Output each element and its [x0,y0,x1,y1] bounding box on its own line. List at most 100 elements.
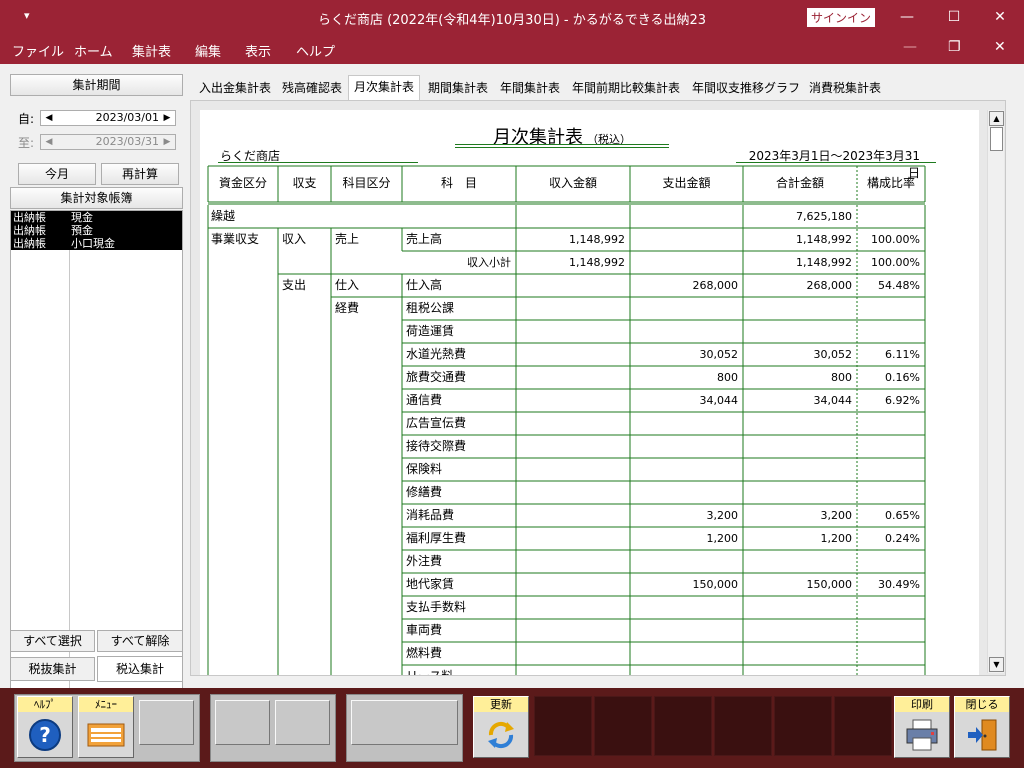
column-header: 合計金額 [775,176,824,190]
list-item[interactable]: 出納帳 小口現金 [11,237,182,250]
to-date-value: 2023/03/31 [95,135,159,148]
account-name: 地代家賃 [406,577,455,591]
period-button[interactable]: 集計期間 [10,74,183,96]
report-area: 月次集計表 （税込） らくだ商店 2023年3月1日～2023年3月31日 資金区… [190,100,1006,676]
account-name: 福利厚生費 [406,531,467,545]
account-name: 租税公課 [406,301,455,315]
from-date-picker[interactable]: ◀ 2023/03/01 ▶ [40,110,176,126]
account-category: 経費 [335,301,360,315]
svg-text:?: ? [39,723,51,747]
menu-file[interactable]: ファイル [12,41,64,60]
printer-icon [895,715,949,755]
vertical-scrollbar[interactable]: ▲ ▼ [987,110,1004,673]
expense-section-label: 支出 [282,278,307,292]
tab-monthly-summary[interactable]: 月次集計表 [348,75,420,100]
account-name: 外注費 [406,554,443,568]
empty-slot [654,696,712,756]
menu-edit[interactable]: 編集 [195,41,221,60]
menu-label: ﾒﾆｭｰ [79,697,133,712]
total-amount: 30,052 [813,348,853,361]
list-item[interactable]: 出納帳 預金 [11,224,182,237]
column-header: 科目区分 [342,176,391,190]
scroll-down-icon[interactable]: ▼ [989,657,1004,672]
empty-slot [275,700,330,745]
minimize-button[interactable]: — [884,0,930,34]
tax-included-tab[interactable]: 税込集計 [97,656,183,682]
tab-cashflow-summary[interactable]: 入出金集計表 [196,77,274,99]
tab-balance-check[interactable]: 残高確認表 [278,77,346,99]
menu-button[interactable]: ﾒﾆｭｰ [78,696,134,758]
income-section-label: 収入 [282,232,307,246]
tab-consumption-tax[interactable]: 消費税集計表 [806,77,884,99]
carryover-label: 繰越 [211,209,236,223]
close-window-button[interactable]: 閉じる [954,696,1010,758]
recalc-button[interactable]: 再計算 [101,163,179,185]
deselect-all-button[interactable]: すべて解除 [97,630,183,652]
tab-annual-summary[interactable]: 年間集計表 [496,77,564,99]
this-month-button[interactable]: 今月 [18,163,96,185]
help-button[interactable]: ﾍﾙﾌﾟ ? [17,696,73,758]
prev-date-icon[interactable]: ◀ [42,111,56,125]
empty-slot [834,696,892,756]
select-all-button[interactable]: すべて選択 [10,630,95,652]
expense-amount: 34,044 [699,394,739,407]
expense-amount: 268,000 [692,279,739,292]
print-button[interactable]: 印刷 [894,696,950,758]
account-name: 売上高 [406,232,443,246]
total-amount: 1,200 [820,532,853,545]
mdi-minimize-icon[interactable]: — [903,39,917,55]
menu-view[interactable]: 表示 [245,41,271,60]
tab-period-summary[interactable]: 期間集計表 [424,77,492,99]
ratio: 0.65% [885,509,920,522]
title-bar: ▾ らくだ商店 (2022年(令和4年)10月30日) - かるがるできる出納2… [0,0,1024,34]
account-name: 水道光熱費 [406,347,467,361]
close-button[interactable]: ✕ [977,0,1023,34]
print-label: 印刷 [895,697,949,712]
tax-excluded-tab[interactable]: 税抜集計 [10,657,95,681]
ratio: 6.11% [885,348,920,361]
account-name: 広告宣伝費 [406,416,467,430]
ratio: 30.49% [878,578,920,591]
prev-date-icon: ◀ [45,137,53,147]
empty-slot [534,696,592,756]
account-name: 消耗品費 [406,508,455,522]
account-name: 燃料費 [406,646,443,660]
account-name: 支払手数料 [406,600,467,614]
menu-help[interactable]: ヘルプ [296,41,335,60]
tab-annual-trend-graph[interactable]: 年間収支推移グラフ [688,77,804,99]
signin-button[interactable]: サインイン [807,8,875,27]
expense-amount: 3,200 [706,509,739,522]
menu-icon [79,715,133,755]
account-name: 荷造運賃 [406,324,455,338]
scroll-up-icon[interactable]: ▲ [989,111,1004,126]
mdi-close-icon[interactable]: ✕ [994,39,1006,55]
menu-home[interactable]: ホーム [74,41,113,60]
expense-amount: 30,052 [699,348,739,361]
refresh-label: 更新 [474,697,528,712]
to-date-picker: ◀ 2023/03/31 ▶ [40,134,176,150]
scroll-thumb[interactable] [990,127,1003,151]
empty-slot [139,700,194,745]
close-label: 閉じる [955,697,1009,712]
mdi-restore-icon[interactable]: ❐ [948,39,961,55]
report-sheet[interactable]: 月次集計表 （税込） らくだ商店 2023年3月1日～2023年3月31日 資金区… [200,110,979,675]
total-amount: 1,148,992 [796,233,852,246]
target-books-button[interactable]: 集計対象帳簿 [10,187,183,209]
account-name: 仕入高 [406,278,443,292]
maximize-button[interactable]: ☐ [931,0,977,34]
next-date-icon[interactable]: ▶ [160,111,174,125]
income-subtotal-total: 1,148,992 [796,256,852,269]
bottom-toolbar: ﾍﾙﾌﾟ ? ﾒﾆｭｰ 更新 印刷 閉じる [0,688,1024,768]
list-item[interactable]: 出納帳 現金 [11,211,182,224]
menu-summary[interactable]: 集計表 [132,41,171,60]
fund-category: 事業収支 [211,232,260,246]
ratio: 54.48% [878,279,920,292]
refresh-button[interactable]: 更新 [473,696,529,758]
expense-amount: 150,000 [692,578,739,591]
account-name: 接待交際費 [406,439,467,453]
total-amount: 268,000 [806,279,853,292]
expense-amount: 800 [717,371,738,384]
book-list[interactable]: 出納帳 現金 出納帳 預金 出納帳 小口現金 [10,210,183,700]
ratio: 0.16% [885,371,920,384]
tab-annual-comparison[interactable]: 年間前期比較集計表 [568,77,684,99]
